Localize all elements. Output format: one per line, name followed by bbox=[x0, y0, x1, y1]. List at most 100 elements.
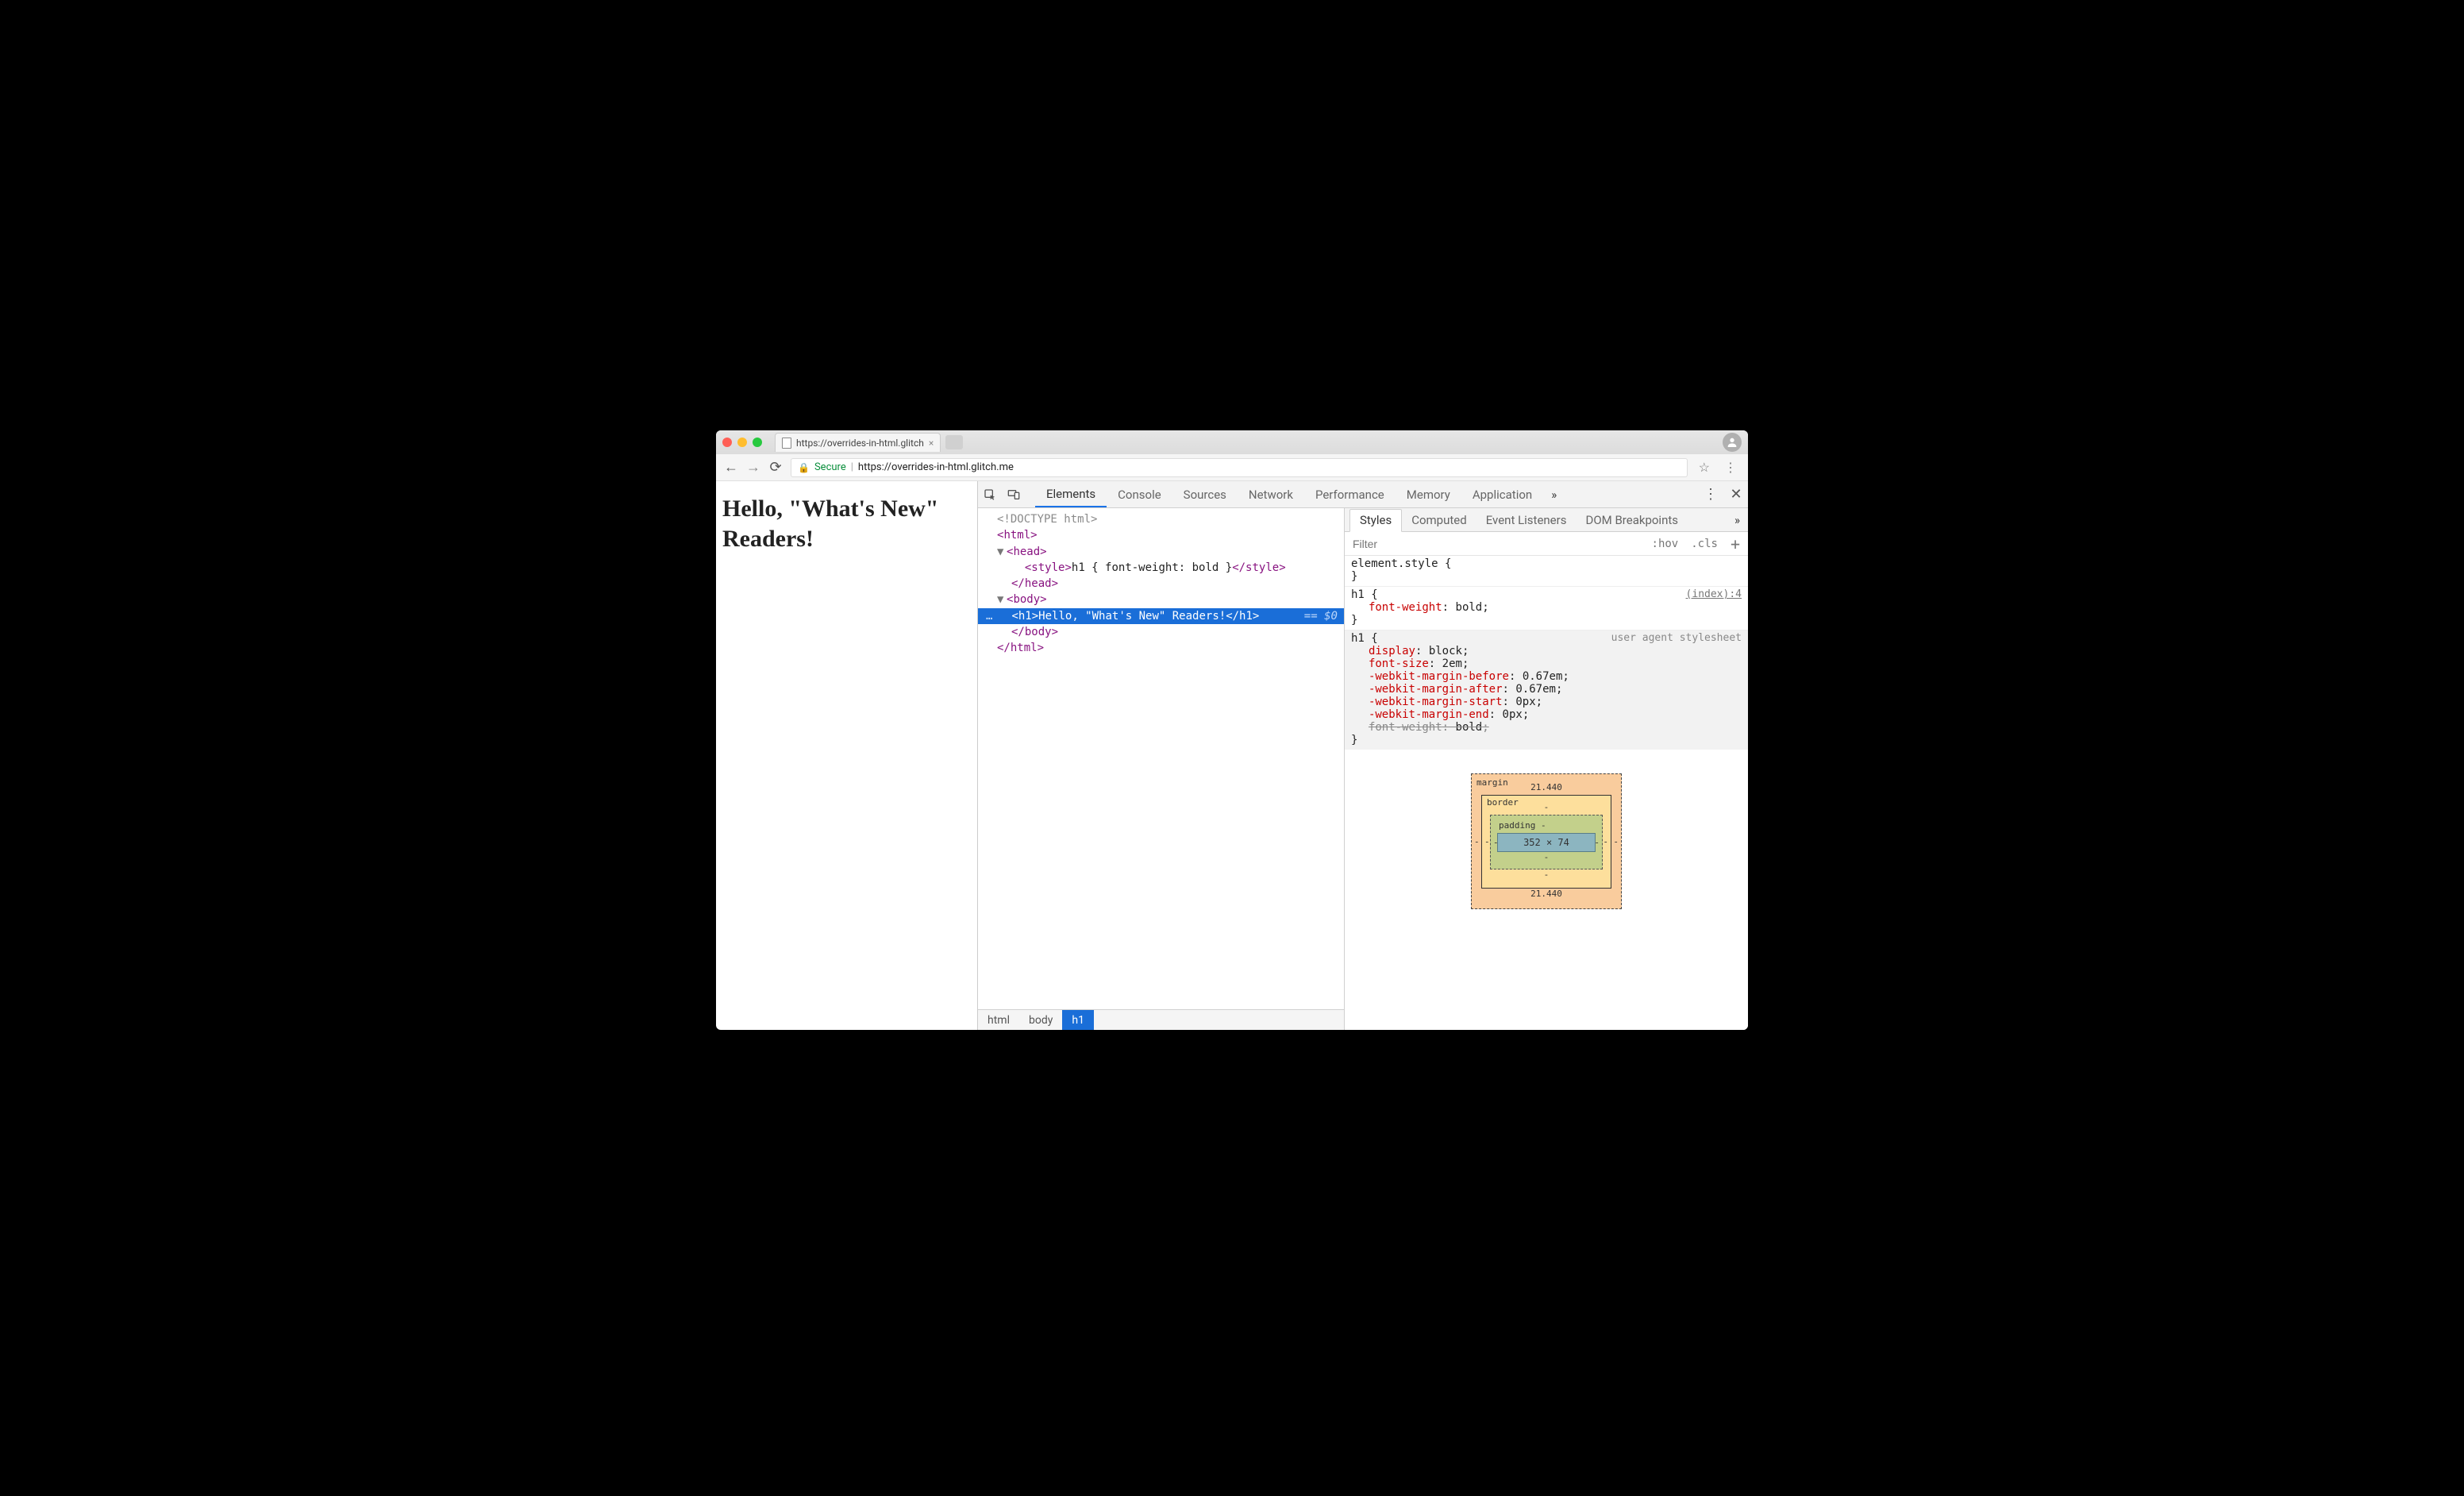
padding-bottom: - bbox=[1497, 852, 1596, 862]
rule-selector: element.style { bbox=[1351, 557, 1451, 570]
decl: display: block; bbox=[1351, 645, 1742, 657]
styles-filter-row: :hov .cls + bbox=[1345, 532, 1748, 556]
decl: -webkit-margin-before: 0.67em; bbox=[1351, 670, 1742, 683]
toolbar: ← → ⟳ 🔒 Secure | https://overrides-in-ht… bbox=[716, 454, 1748, 481]
style-rules: element.style { } h1 { (index):4 font-we… bbox=[1345, 556, 1748, 1030]
rule-selector: h1 { bbox=[1351, 588, 1378, 601]
dom-style-line: <style>h1 { font-weight: bold }</style> bbox=[983, 560, 1344, 576]
dom-head-close: </head> bbox=[983, 576, 1344, 592]
crumb-h1[interactable]: h1 bbox=[1062, 1010, 1094, 1030]
tab-dom-breakpoints[interactable]: DOM Breakpoints bbox=[1576, 508, 1688, 531]
elements-panel: <!DOCTYPE html> <html> ▼<head> <style>h1… bbox=[978, 508, 1345, 1030]
devtools: Elements Console Sources Network Perform… bbox=[978, 481, 1748, 1030]
selection-ellipsis: … bbox=[983, 608, 1011, 624]
chrome-menu-icon[interactable]: ⋮ bbox=[1721, 460, 1740, 475]
box-model-margin[interactable]: margin 21.440 - - border - - - bbox=[1471, 773, 1622, 909]
dom-doctype: <!DOCTYPE html> bbox=[983, 511, 1344, 527]
new-tab-button[interactable] bbox=[945, 435, 963, 449]
styles-tabbar: Styles Computed Event Listeners DOM Brea… bbox=[1345, 508, 1748, 532]
minimize-window-button[interactable] bbox=[737, 438, 747, 447]
dom-body-close: </body> bbox=[983, 624, 1344, 640]
device-toggle-icon[interactable] bbox=[1002, 488, 1026, 501]
inspect-icon[interactable] bbox=[978, 488, 1002, 501]
forward-button[interactable]: → bbox=[746, 459, 760, 476]
rule-close: } bbox=[1351, 614, 1742, 627]
rule-h1-author[interactable]: h1 { (index):4 font-weight: bold; } bbox=[1345, 586, 1748, 630]
margin-left: - bbox=[1474, 836, 1480, 846]
decl: font-size: 2em; bbox=[1351, 657, 1742, 670]
margin-label: margin bbox=[1476, 777, 1508, 788]
crumb-html[interactable]: html bbox=[978, 1010, 1019, 1030]
new-style-rule-icon[interactable]: + bbox=[1724, 536, 1748, 552]
margin-bottom: 21.440 bbox=[1481, 889, 1611, 899]
border-label: border bbox=[1487, 797, 1519, 808]
tab-title: https://overrides-in-html.glitch bbox=[796, 438, 924, 449]
rule-origin-link[interactable]: (index):4 bbox=[1686, 588, 1742, 601]
dom-selected-h1[interactable]: … <h1>Hello, "What's New" Readers!</h1> … bbox=[978, 608, 1344, 624]
styles-panel: Styles Computed Event Listeners DOM Brea… bbox=[1345, 508, 1748, 1030]
rule-element-style[interactable]: element.style { } bbox=[1345, 556, 1748, 586]
rule-origin: user agent stylesheet bbox=[1611, 632, 1742, 645]
url-separator: | bbox=[851, 461, 853, 473]
dom-html-open: <html> bbox=[983, 527, 1344, 543]
tab-close-icon[interactable]: × bbox=[929, 438, 934, 449]
decl: -webkit-margin-after: 0.67em; bbox=[1351, 683, 1742, 696]
tab-memory[interactable]: Memory bbox=[1396, 481, 1461, 507]
styles-filter-input[interactable] bbox=[1351, 537, 1646, 551]
dom-body-open: ▼<body> bbox=[983, 592, 1344, 607]
dom-head-open: ▼<head> bbox=[983, 544, 1344, 560]
dom-breadcrumbs: html body h1 bbox=[978, 1009, 1344, 1030]
box-model-padding[interactable]: padding - - - 352 × 74 - bbox=[1490, 815, 1603, 869]
selection-suffix: == $0 bbox=[1304, 608, 1344, 624]
tab-network[interactable]: Network bbox=[1238, 481, 1304, 507]
page-viewport: Hello, "What's New" Readers! bbox=[716, 481, 978, 1030]
hov-toggle[interactable]: :hov bbox=[1646, 538, 1685, 550]
maximize-window-button[interactable] bbox=[753, 438, 762, 447]
tab-computed[interactable]: Computed bbox=[1402, 508, 1476, 531]
border-left: - bbox=[1484, 837, 1490, 847]
padding-left: - bbox=[1493, 837, 1499, 847]
devtools-menu-icon[interactable]: ⋮ bbox=[1699, 486, 1723, 503]
devtools-tabbar: Elements Console Sources Network Perform… bbox=[978, 481, 1748, 508]
close-window-button[interactable] bbox=[722, 438, 732, 447]
dom-html-close: </html> bbox=[983, 640, 1344, 656]
box-model-border[interactable]: border - - - padding - - - 352 bbox=[1481, 795, 1611, 889]
styles-tabs-overflow-icon[interactable]: » bbox=[1727, 513, 1748, 527]
back-button[interactable]: ← bbox=[724, 459, 738, 476]
decl[interactable]: font-weight: bold; bbox=[1351, 601, 1742, 614]
cls-toggle[interactable]: .cls bbox=[1684, 538, 1724, 550]
tab-application[interactable]: Application bbox=[1461, 481, 1543, 507]
decl: -webkit-margin-end: 0px; bbox=[1351, 708, 1742, 721]
tab-event-listeners[interactable]: Event Listeners bbox=[1476, 508, 1577, 531]
lock-icon: 🔒 bbox=[798, 462, 810, 473]
address-bar[interactable]: 🔒 Secure | https://overrides-in-html.gli… bbox=[791, 458, 1688, 477]
dom-tree[interactable]: <!DOCTYPE html> <html> ▼<head> <style>h1… bbox=[978, 508, 1344, 1009]
rule-close: } bbox=[1351, 734, 1742, 746]
browser-tab[interactable]: https://overrides-in-html.glitch × bbox=[775, 433, 941, 452]
tab-performance[interactable]: Performance bbox=[1304, 481, 1396, 507]
padding-label: padding - bbox=[1497, 820, 1596, 831]
rule-close: } bbox=[1351, 570, 1742, 583]
crumb-body[interactable]: body bbox=[1019, 1010, 1062, 1030]
decl-overridden: font-weight: bold; bbox=[1351, 721, 1742, 734]
box-model-content[interactable]: 352 × 74 bbox=[1497, 833, 1596, 852]
reload-button[interactable]: ⟳ bbox=[768, 459, 783, 476]
bookmark-icon[interactable]: ☆ bbox=[1696, 460, 1713, 475]
tab-styles[interactable]: Styles bbox=[1349, 509, 1402, 532]
secure-label: Secure bbox=[814, 461, 846, 473]
page-icon bbox=[782, 438, 791, 449]
rule-h1-user-agent[interactable]: h1 { user agent stylesheet display: bloc… bbox=[1345, 630, 1748, 750]
rule-selector: h1 { bbox=[1351, 632, 1378, 645]
border-right: - bbox=[1603, 837, 1608, 847]
tab-elements[interactable]: Elements bbox=[1035, 481, 1107, 507]
border-bottom: - bbox=[1490, 869, 1603, 880]
box-model: margin 21.440 - - border - - - bbox=[1345, 750, 1748, 925]
devtools-close-icon[interactable]: ✕ bbox=[1724, 486, 1748, 503]
decl: -webkit-margin-start: 0px; bbox=[1351, 696, 1742, 708]
padding-right: - bbox=[1594, 837, 1600, 847]
tabs-overflow-icon[interactable]: » bbox=[1543, 488, 1565, 502]
tab-console[interactable]: Console bbox=[1107, 481, 1172, 507]
browser-window: https://overrides-in-html.glitch × ← → ⟳… bbox=[716, 430, 1748, 1030]
tab-sources[interactable]: Sources bbox=[1172, 481, 1238, 507]
profile-icon[interactable] bbox=[1723, 433, 1742, 452]
